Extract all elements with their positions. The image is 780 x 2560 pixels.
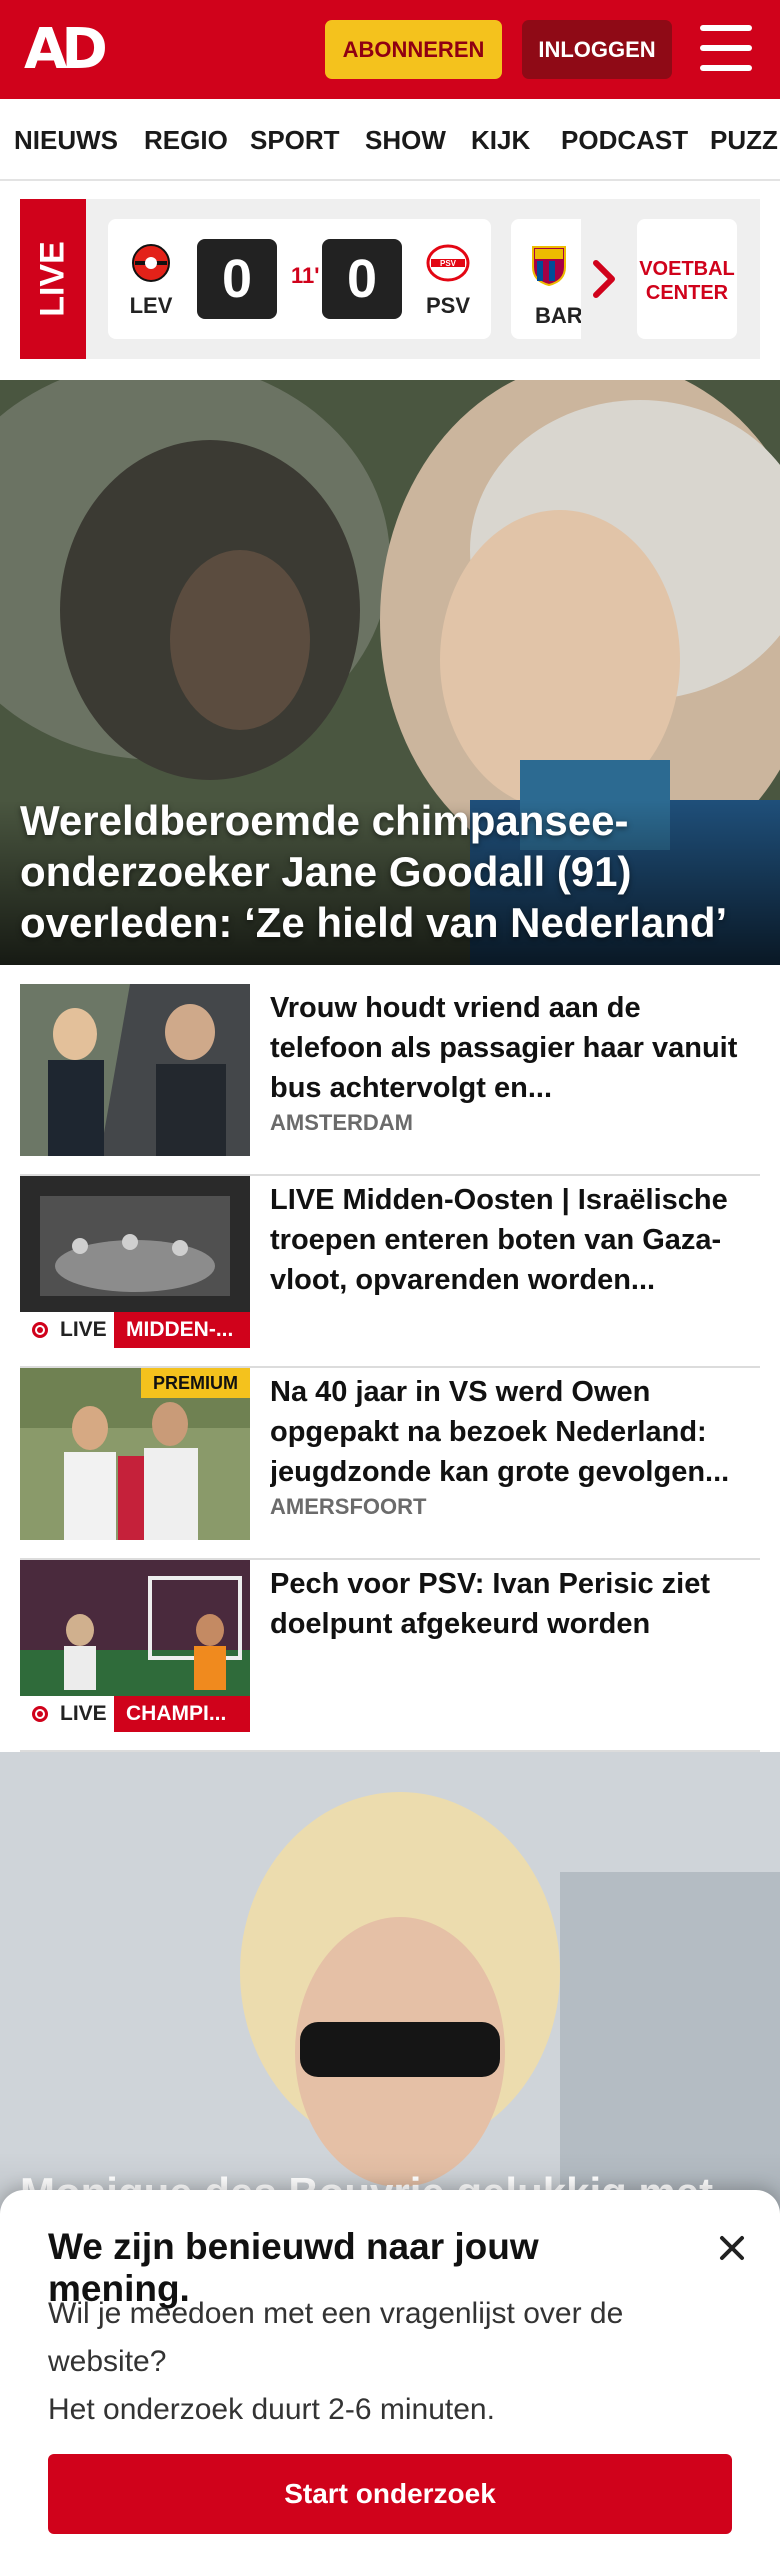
article-title[interactable]: Pech voor PSV: Ivan Perisic ziet doelpun… [270, 1564, 760, 1644]
away-team: PSV PSV [413, 229, 483, 329]
home-team-abbr: LEV [129, 293, 173, 318]
away-score: 0 [322, 239, 402, 319]
nav-item-puzzel[interactable]: PUZZ [710, 99, 778, 179]
article-title[interactable]: Na 40 jaar in VS werd Owen opgepakt na b… [270, 1372, 760, 1492]
top-bar: AD ABONNEREN INLOGGEN [0, 0, 780, 99]
nav-item-show[interactable]: SHOW [365, 99, 446, 179]
live-badge: LIVE [20, 1312, 114, 1348]
list-item[interactable]: Vrouw houdt vriend aan de telefoon als p… [20, 984, 760, 1176]
nav-item-podcast[interactable]: PODCAST [561, 99, 688, 179]
away-team-abbr: PSV [425, 293, 471, 318]
start-survey-button[interactable]: Start onderzoek [48, 2454, 732, 2534]
list-item[interactable]: PREMIUM Na 40 jaar in VS werd Owen opgep… [20, 1368, 760, 1560]
login-button[interactable]: INLOGGEN [522, 20, 672, 79]
category-badge: CHAMPI... [114, 1696, 250, 1732]
live-badge-label: LIVE [60, 1702, 107, 1725]
live-badge: LIVE [20, 1696, 114, 1732]
live-dot-icon [32, 1322, 48, 1338]
nav-item-kijk[interactable]: KIJK [471, 99, 530, 179]
hero-title[interactable]: Wereldberoemde chimpansee-onderzoeker Ja… [20, 795, 760, 948]
svg-text:PSV: PSV [440, 259, 457, 268]
survey-popup: We zijn benieuwd naar jouw mening. Wil j… [0, 2190, 780, 2560]
article-thumbnail: PREMIUM [20, 1368, 250, 1540]
home-score: 0 [197, 239, 277, 319]
list-item[interactable]: LIVE CHAMPI... Pech voor PSV: Ivan Peris… [20, 1560, 760, 1752]
live-tag-label: LIVE [33, 241, 72, 317]
menu-icon[interactable] [700, 25, 752, 71]
live-dot-icon [32, 1706, 48, 1722]
article-thumbnail [20, 984, 250, 1156]
category-badge: MIDDEN-... [114, 1312, 250, 1348]
next-team-abbr: BAR [535, 303, 581, 328]
article-title[interactable]: Vrouw houdt vriend aan de telefoon als p… [270, 988, 760, 1108]
nav-item-regio[interactable]: REGIO [144, 99, 228, 179]
list-item[interactable]: LIVE MIDDEN-... LIVE Midden-Oosten | Isr… [20, 1176, 760, 1368]
home-team: LEV [116, 229, 186, 329]
psv-crest-icon: PSV [426, 244, 470, 282]
live-tag: LIVE [20, 199, 86, 359]
survey-duration: Het onderzoek duurt 2-6 minuten. [48, 2393, 495, 2426]
live-badge-label: LIVE [60, 1318, 107, 1341]
nav-item-sport[interactable]: SPORT [250, 99, 340, 179]
match-minute: 11' [291, 263, 320, 288]
barcelona-crest-icon [532, 246, 566, 287]
article-location-tag: AMERSFOORT [270, 1494, 427, 1519]
nav-item-nieuws[interactable]: NIEUWS [14, 99, 118, 179]
hero-article[interactable]: Wereldberoemde chimpansee-onderzoeker Ja… [0, 380, 780, 965]
close-icon[interactable] [712, 2228, 752, 2268]
premium-badge: PREMIUM [141, 1368, 250, 1398]
match-card[interactable]: LEV 0 11' 0 PSV PSV [108, 219, 491, 339]
live-score-strip: LIVE LEV 0 11' 0 PSV PSV BAR VOETBAL CEN… [20, 199, 760, 359]
survey-question: Wil je meedoen met een vragenlijst over … [48, 2297, 624, 2378]
next-match-card[interactable]: BAR [511, 219, 581, 339]
subscribe-button[interactable]: ABONNEREN [325, 20, 502, 79]
chevron-right-icon[interactable] [590, 257, 620, 301]
article-location-tag: AMSTERDAM [270, 1110, 413, 1135]
leverkusen-crest-icon [132, 244, 170, 282]
article-title[interactable]: LIVE Midden-Oosten | Israëlische troepen… [270, 1180, 760, 1300]
voetbal-center-button[interactable]: VOETBAL CENTER [637, 219, 737, 339]
ad-logo[interactable]: AD [24, 22, 116, 78]
section-nav: NIEUWS REGIO SPORT SHOW KIJK PODCAST PUZ… [0, 99, 780, 181]
